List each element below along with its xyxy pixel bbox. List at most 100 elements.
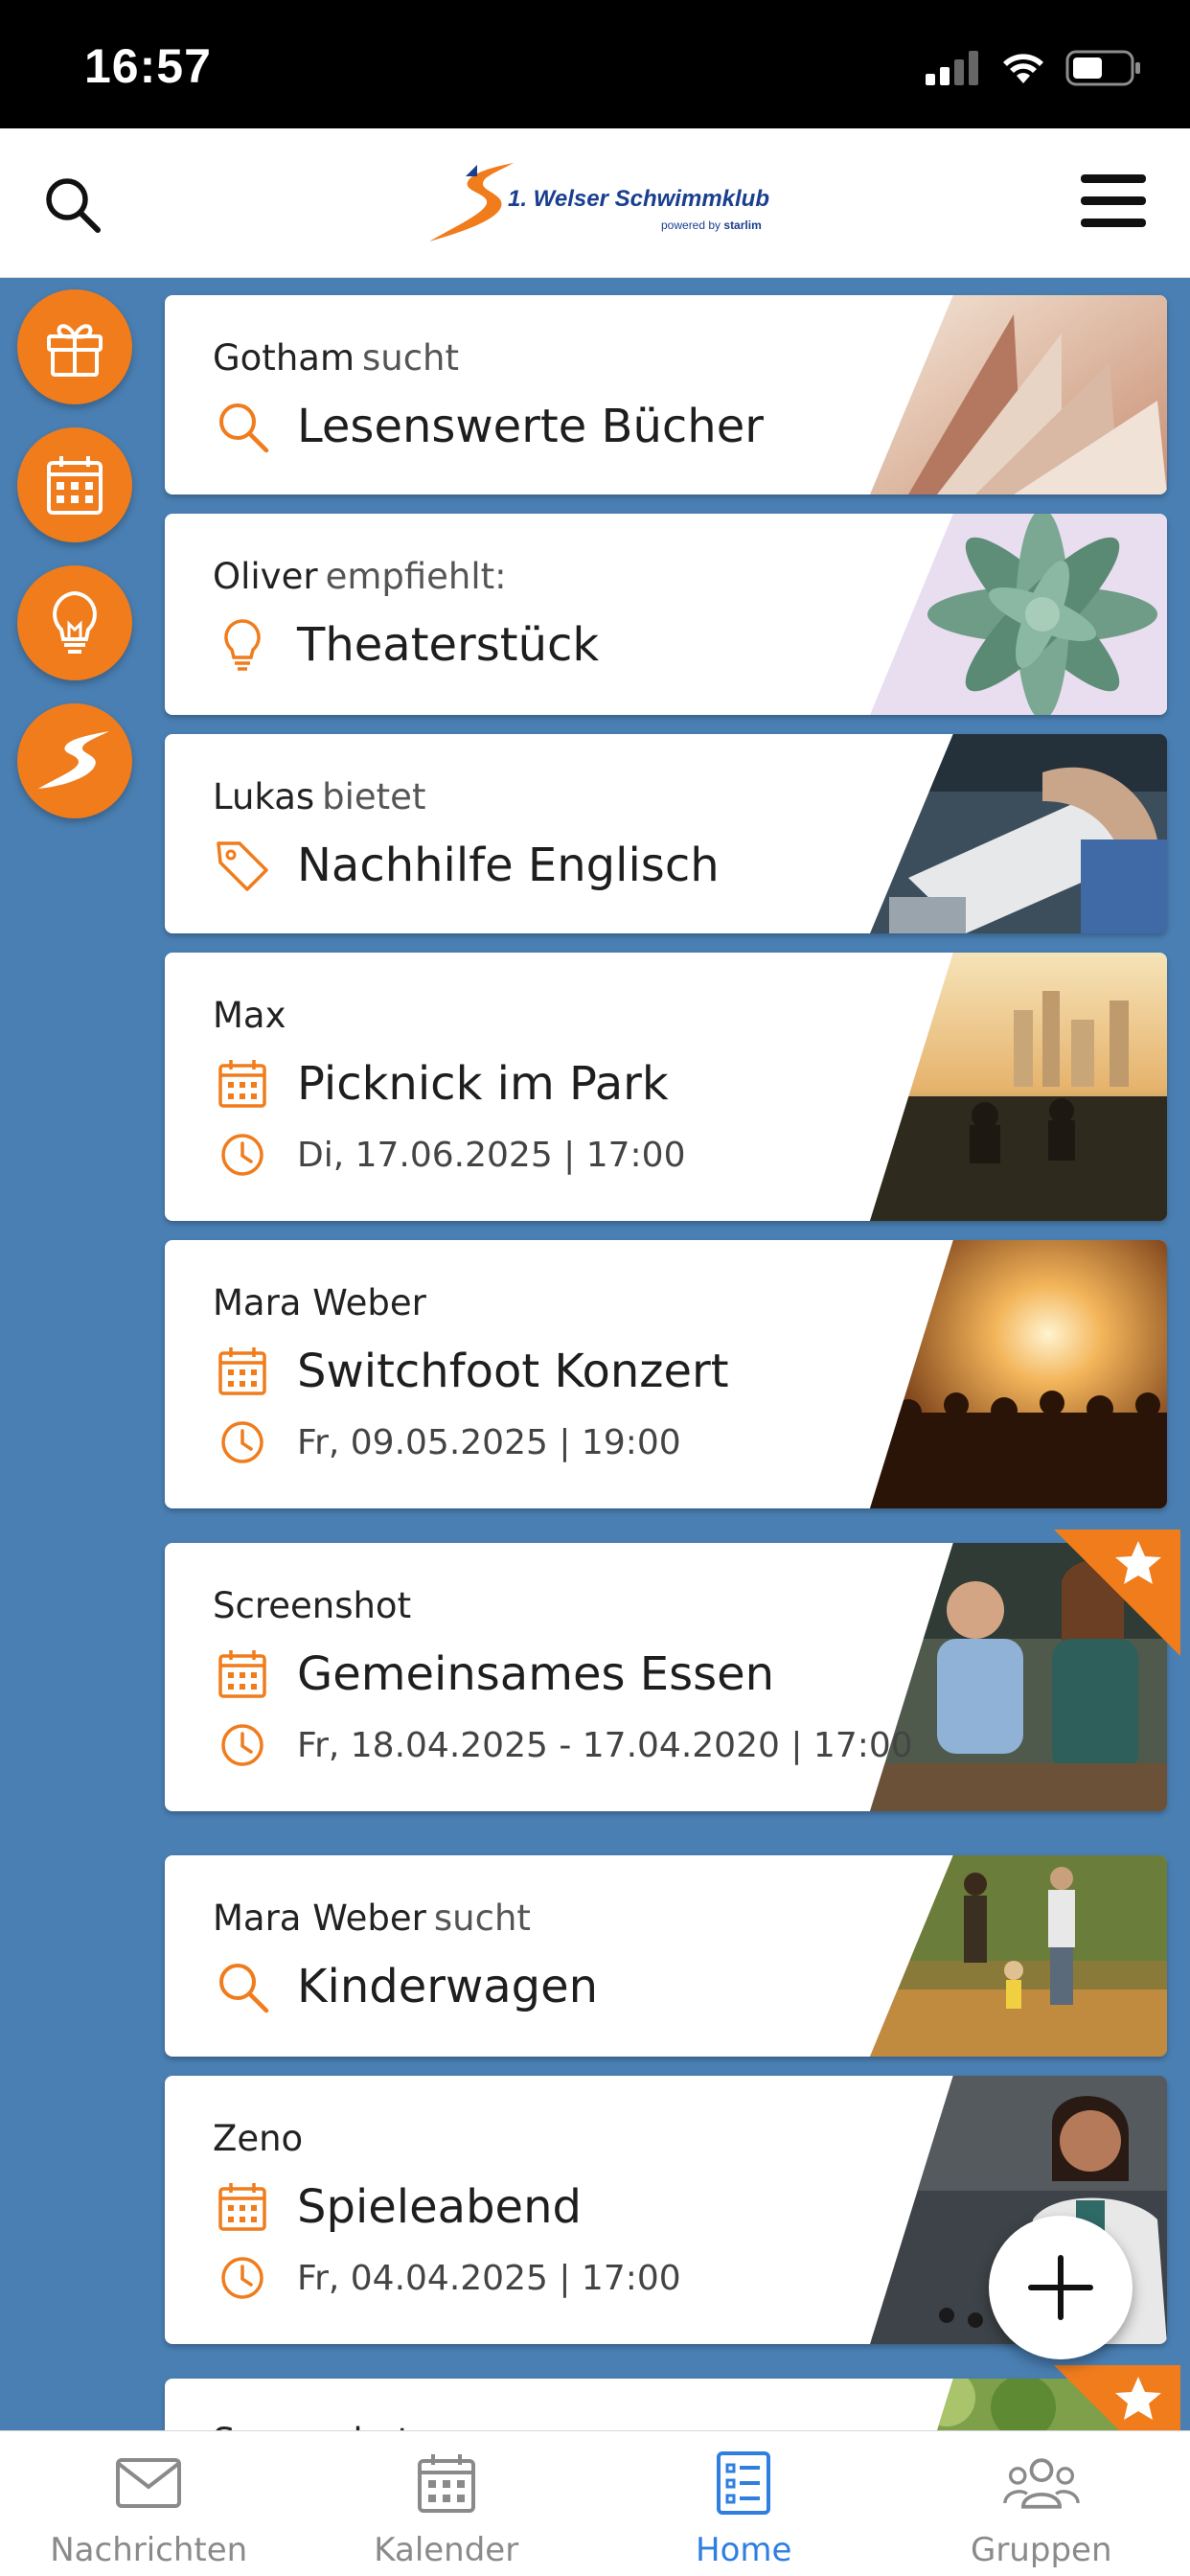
nav-label: Kalender <box>374 2531 519 2569</box>
list-icon <box>705 2449 782 2518</box>
card-image-succulent <box>870 514 1167 715</box>
lightbulb-icon <box>215 617 270 673</box>
plus-icon <box>1028 2255 1093 2320</box>
author-name: Mara Weber <box>213 1282 426 1323</box>
feed-card[interactable]: Mara Weber sucht Kinderwagen <box>165 1855 1167 2057</box>
card-title-row: Kinderwagen <box>215 1959 598 2014</box>
card-title: Nachhilfe Englisch <box>297 839 720 892</box>
powered-by-prefix: powered by <box>661 218 721 232</box>
lightbulb-icon <box>53 590 97 654</box>
calendar-icon <box>215 2179 270 2235</box>
card-author: Mara Weber sucht <box>213 1898 531 1939</box>
author-name: Oliver <box>213 556 318 597</box>
feed[interactable]: Gotham sucht Lesenswerte Bücher Oliver emp… <box>0 278 1190 2430</box>
feed-card[interactable]: Gotham sucht Lesenswerte Bücher <box>165 295 1167 494</box>
card-date: Fr, 09.05.2025 | 19:00 <box>297 1422 681 1462</box>
card-title-row: Theaterstück <box>215 617 599 673</box>
feed-card[interactable]: Max Picknick im Park Di, 17.06.2025 | 17… <box>165 953 1167 1221</box>
card-date: Di, 17.06.2025 | 17:00 <box>297 1135 686 1175</box>
club-button[interactable] <box>17 703 132 818</box>
nav-item-gruppen[interactable]: Gruppen <box>893 2431 1190 2576</box>
add-button[interactable] <box>989 2216 1133 2359</box>
author-name: Screenshot <box>213 2421 411 2430</box>
search-button[interactable] <box>42 174 103 236</box>
calendar-button[interactable] <box>17 427 132 542</box>
calendar-icon <box>215 1344 270 1399</box>
card-title: Spieleabend <box>297 2180 582 2234</box>
feed-card[interactable]: Lukas bietet Nachhilfe Englisch <box>165 734 1167 933</box>
card-author: Oliver empfiehlt: <box>213 556 507 597</box>
menu-button[interactable] <box>1079 167 1148 236</box>
card-title: Kinderwagen <box>297 1960 599 2013</box>
card-author: Mara Weber <box>213 1282 426 1323</box>
clock-icon <box>215 1127 270 1183</box>
card-title: Gemeinsames Essen <box>297 1647 775 1701</box>
author-action: bietet <box>322 776 426 817</box>
author-name: Zeno <box>213 2118 304 2159</box>
card-author: Max <box>213 995 286 1036</box>
author-action: sucht <box>361 337 460 379</box>
search-icon <box>46 178 101 233</box>
author-action: sucht <box>433 1898 531 1939</box>
search-icon <box>215 399 270 454</box>
card-image-book <box>870 295 1167 494</box>
idea-button[interactable] <box>17 565 132 680</box>
card-title-row: Lesenswerte Bücher <box>215 399 764 454</box>
status-icons <box>926 50 1142 86</box>
author-name: Mara Weber <box>213 1898 426 1939</box>
card-date-row: Fr, 04.04.2025 | 17:00 <box>215 2250 681 2306</box>
nav-item-nachrichten[interactable]: Nachrichten <box>0 2431 298 2576</box>
card-image-concert <box>870 1240 1167 1508</box>
nav-item-kalender[interactable]: Kalender <box>298 2431 596 2576</box>
card-title: Lesenswerte Bücher <box>297 400 764 453</box>
status-bar: 16:57 <box>0 0 1190 128</box>
calendar-icon <box>215 1646 270 1702</box>
card-title-row: Gemeinsames Essen <box>215 1646 774 1702</box>
favorite-star-badge <box>1054 2365 1180 2430</box>
card-author: Screenshot <box>213 2421 411 2430</box>
nav-label: Home <box>696 2531 792 2569</box>
tag-icon <box>215 838 270 893</box>
card-title: Switchfoot Konzert <box>297 1345 729 1398</box>
feed-card[interactable]: Screenshot Gemeinsames Essen Fr, 18.04.2… <box>165 1543 1167 1811</box>
card-title: Theaterstück <box>297 618 600 672</box>
author-name: Max <box>213 995 286 1036</box>
card-title-row: Nachhilfe Englisch <box>215 838 720 893</box>
card-author: Screenshot <box>213 1585 411 1626</box>
feed-card[interactable]: Oliver empfiehlt: Theaterstück <box>165 514 1167 715</box>
club-name: 1. Welser Schwimmklub <box>508 186 769 212</box>
card-title-row: Switchfoot Konzert <box>215 1344 729 1399</box>
search-icon <box>215 1959 270 2014</box>
card-image-writing <box>870 734 1167 933</box>
card-author: Zeno <box>213 2118 303 2159</box>
card-image-family <box>870 1855 1167 2057</box>
nav-label: Nachrichten <box>50 2531 248 2569</box>
feed-card[interactable]: Screenshot <box>165 2379 1167 2430</box>
card-date-row: Fr, 18.04.2025 - 17.04.2020 | 17:00 <box>215 1717 913 1773</box>
club-logo: 1. Welser Schwimmklub powered by starlim <box>427 157 772 249</box>
clock-icon <box>215 1414 270 1470</box>
card-author: Gotham sucht <box>213 337 459 379</box>
battery-icon <box>1065 50 1140 86</box>
gift-button[interactable] <box>17 289 132 404</box>
card-title-row: Picknick im Park <box>215 1056 669 1112</box>
nav-label: Gruppen <box>970 2531 1112 2569</box>
card-title: Picknick im Park <box>297 1057 669 1111</box>
wifi-icon <box>1003 54 1043 83</box>
author-name: Screenshot <box>213 1585 412 1626</box>
club-logo-icon <box>38 731 109 789</box>
powered-by-brand: starlim <box>723 218 762 232</box>
calendar-icon <box>215 1056 270 1112</box>
card-author: Lukas bietet <box>213 776 425 817</box>
calendar-icon <box>408 2449 485 2518</box>
card-date: Fr, 04.04.2025 | 17:00 <box>297 2258 681 2298</box>
feed-card[interactable]: Mara Weber Switchfoot Konzert Fr, 09.05.… <box>165 1240 1167 1508</box>
card-date: Fr, 18.04.2025 - 17.04.2020 | 17:00 <box>297 1725 913 1765</box>
clock-icon <box>215 1717 270 1773</box>
author-action: empfiehlt: <box>325 556 507 597</box>
author-name: Gotham <box>213 337 355 379</box>
bottom-navigation: Nachrichten Kalender Home Gruppen <box>0 2430 1190 2576</box>
gift-icon <box>47 324 103 377</box>
nav-item-home[interactable]: Home <box>595 2431 893 2576</box>
status-time: 16:57 <box>84 39 212 93</box>
